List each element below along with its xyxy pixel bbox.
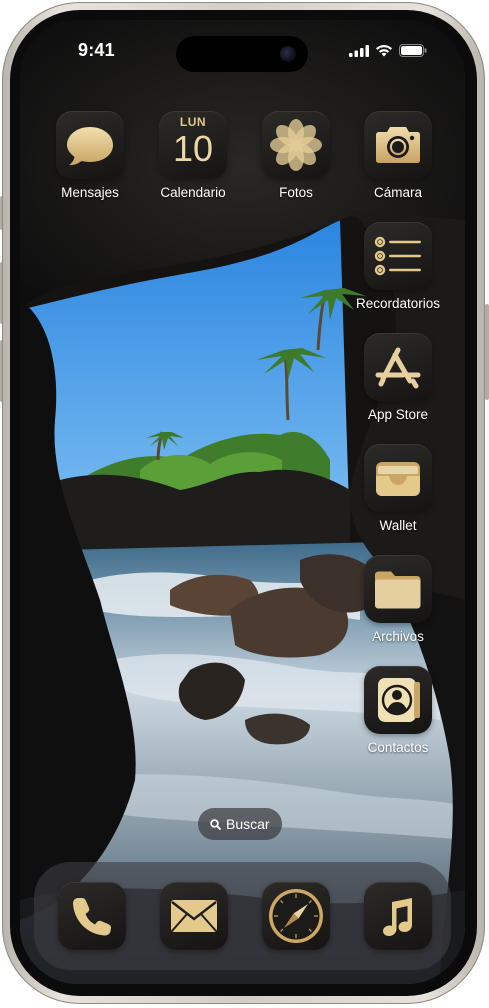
- contacts-label: Contactos: [367, 740, 429, 755]
- wallet-icon: [376, 462, 420, 496]
- power-button[interactable]: [485, 304, 489, 400]
- app-messages[interactable]: Mensajes: [45, 111, 135, 200]
- wifi-icon: [376, 45, 392, 57]
- reminders-tile[interactable]: [364, 222, 432, 290]
- files-tile[interactable]: [364, 555, 432, 623]
- battery-icon: [399, 44, 427, 57]
- mail-icon: [171, 900, 217, 932]
- app-store-label: App Store: [367, 407, 429, 422]
- calendar-tile[interactable]: LUN 10: [159, 111, 227, 179]
- wallet-tile[interactable]: [364, 444, 432, 512]
- dock-app-phone[interactable]: [58, 882, 126, 950]
- camera-label: Cámara: [373, 185, 422, 200]
- dock-app-music[interactable]: [364, 882, 432, 950]
- camera-icon: [376, 127, 420, 163]
- contact-icon: [378, 678, 420, 722]
- dynamic-island: [176, 36, 308, 72]
- calendar-weekday: LUN: [179, 115, 207, 129]
- messages-tile[interactable]: [56, 111, 124, 179]
- app-store-tile[interactable]: [364, 333, 432, 401]
- status-icons: [349, 44, 427, 57]
- search-label: Buscar: [226, 816, 270, 832]
- dock-app-mail[interactable]: [160, 882, 228, 950]
- speech-bubble-icon: [67, 127, 113, 166]
- messages-label: Mensajes: [61, 185, 119, 200]
- dock-app-safari[interactable]: [262, 882, 330, 950]
- music-note-icon: [383, 898, 412, 936]
- signal-icon: [349, 44, 369, 57]
- app-calendar[interactable]: LUN 10 Calendario: [148, 111, 238, 200]
- home-screen: 9:41 Mensajes LUN 10 Calendario Fotos Cá…: [20, 20, 465, 984]
- app-files[interactable]: Archivos: [353, 555, 443, 644]
- app-wallet[interactable]: Wallet: [353, 444, 443, 533]
- app-camera[interactable]: Cámara: [353, 111, 443, 200]
- app-reminders[interactable]: Recordatorios: [353, 222, 443, 311]
- search-button[interactable]: Buscar: [198, 808, 282, 840]
- calendar-label: Calendario: [160, 185, 226, 200]
- dock: [34, 862, 451, 970]
- photos-label: Fotos: [279, 185, 313, 200]
- reminders-label: Recordatorios: [355, 296, 441, 311]
- files-label: Archivos: [372, 629, 424, 644]
- front-camera: [280, 46, 296, 62]
- flower-icon: [270, 119, 322, 171]
- compass-icon: [269, 889, 323, 943]
- app-app-store[interactable]: App Store: [353, 333, 443, 422]
- list-icon: [374, 236, 421, 276]
- contacts-tile[interactable]: [364, 666, 432, 734]
- phone-icon: [73, 898, 111, 936]
- photos-tile[interactable]: [262, 111, 330, 179]
- calendar-day: 10: [172, 128, 214, 169]
- wallet-label: Wallet: [379, 518, 417, 533]
- status-time: 9:41: [78, 40, 115, 60]
- folder-icon: [375, 571, 421, 609]
- app-contacts[interactable]: Contactos: [353, 666, 443, 755]
- app-photos[interactable]: Fotos: [251, 111, 341, 200]
- app-store-icon: [375, 347, 421, 389]
- camera-tile[interactable]: [364, 111, 432, 179]
- search-icon: [210, 818, 221, 830]
